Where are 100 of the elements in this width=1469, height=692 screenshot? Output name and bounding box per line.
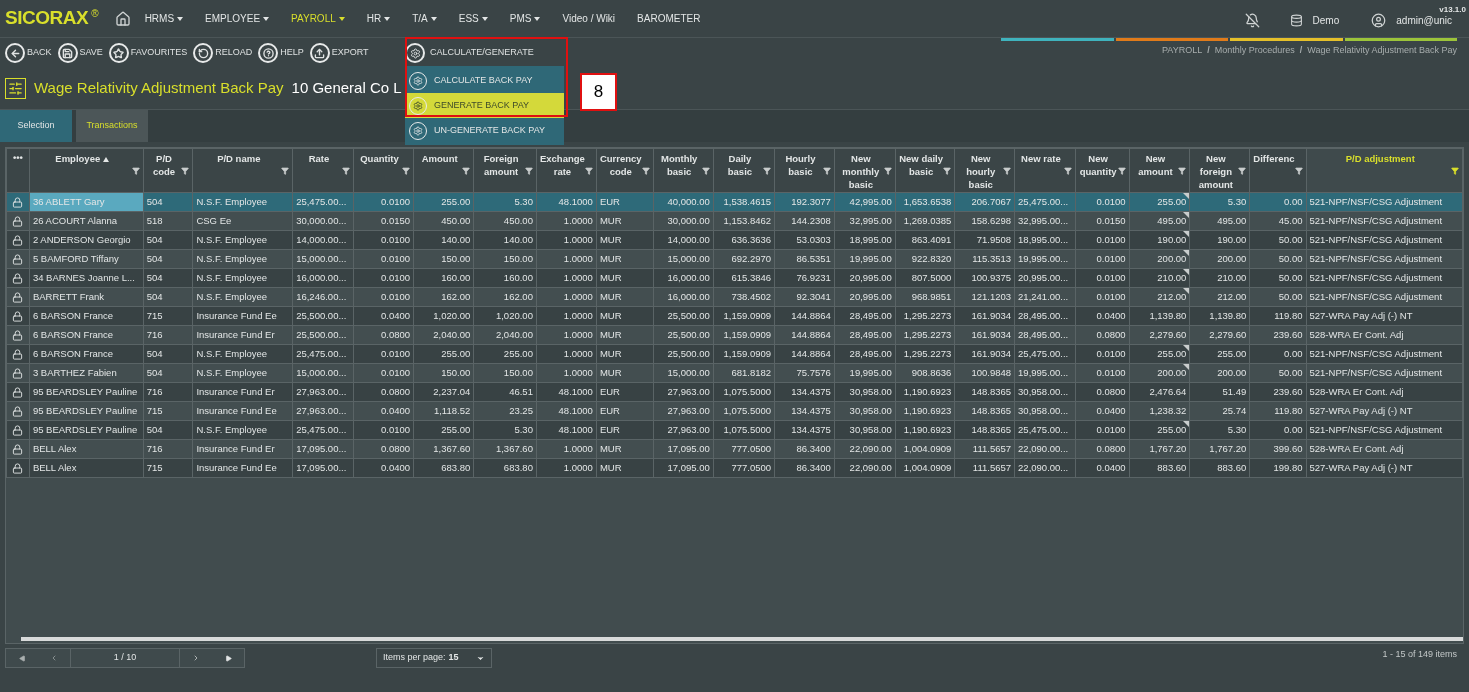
filter-icon[interactable] <box>1238 167 1247 175</box>
tab[interactable]: Selection <box>0 110 72 142</box>
table-cell: CSG Ee <box>192 211 293 231</box>
lock-icon[interactable] <box>12 291 24 303</box>
lock-icon[interactable] <box>12 405 24 417</box>
filter-icon[interactable] <box>341 167 350 175</box>
nav-menu-item[interactable]: EMPLOYEE <box>205 11 270 26</box>
column-header[interactable]: New foreign amount <box>1189 148 1250 193</box>
tab[interactable]: Transactions <box>76 110 148 142</box>
table-cell: 495.00 <box>1129 211 1190 231</box>
table-cell: 16,000.00 <box>653 268 714 288</box>
filter-icon[interactable] <box>181 167 190 175</box>
column-header[interactable]: Exchange rate <box>536 148 597 193</box>
column-header[interactable]: P/D adjustment <box>1306 148 1463 193</box>
lock-icon[interactable] <box>12 367 24 379</box>
column-header[interactable]: New monthly basic <box>834 148 896 193</box>
lock-icon[interactable] <box>12 348 24 360</box>
table-cell: 777.0500 <box>713 458 775 478</box>
filter-icon[interactable] <box>1117 167 1126 175</box>
column-header[interactable]: Differenc <box>1249 148 1306 193</box>
filter-icon[interactable] <box>524 167 533 175</box>
horizontal-scrollbar[interactable] <box>21 637 1463 641</box>
nav-menu-item[interactable]: T/A <box>412 11 437 26</box>
table-cell: 25,500.00... <box>292 325 354 345</box>
column-header[interactable]: Currency code <box>596 148 654 193</box>
lock-icon[interactable] <box>12 253 24 265</box>
lock-icon[interactable] <box>12 424 24 436</box>
toolbar-button[interactable]: BACK <box>5 43 52 63</box>
column-header[interactable]: P/D code <box>143 148 193 193</box>
dropdown-menu-item[interactable]: GENERATE BACK PAY <box>405 93 564 118</box>
nav-menu-item[interactable]: BAROMETER <box>637 11 701 26</box>
toolbar-button[interactable]: SAVE <box>57 43 103 63</box>
column-header[interactable]: Daily basic <box>713 148 775 193</box>
filter-icon[interactable] <box>462 167 471 175</box>
lock-icon[interactable] <box>12 329 24 341</box>
sliders-icon <box>5 78 26 99</box>
filter-icon[interactable] <box>822 167 831 175</box>
filter-icon[interactable] <box>1063 167 1072 175</box>
filter-icon[interactable] <box>584 167 593 175</box>
breadcrumb-link[interactable]: Monthly Procedures <box>1214 44 1295 58</box>
column-options-button[interactable]: ••• <box>6 148 30 193</box>
table-cell: 5.30 <box>1189 192 1250 212</box>
column-header[interactable]: Rate <box>292 148 354 193</box>
column-header[interactable]: Employee <box>29 148 144 193</box>
filter-icon[interactable] <box>763 167 772 175</box>
column-header[interactable]: New rate <box>1014 148 1076 193</box>
nav-menu-item[interactable]: HRMS <box>144 11 184 26</box>
column-header[interactable]: Foreign amount <box>473 148 537 193</box>
column-header[interactable]: Monthly basic <box>653 148 714 193</box>
lock-icon[interactable] <box>12 234 24 246</box>
lock-icon[interactable] <box>12 443 24 455</box>
filter-icon[interactable] <box>402 167 411 175</box>
column-header[interactable]: P/D name <box>192 148 293 193</box>
column-header[interactable]: New daily basic <box>895 148 955 193</box>
filter-icon[interactable] <box>883 167 892 175</box>
table-cell: 71.9508 <box>954 230 1015 250</box>
filter-icon[interactable] <box>281 167 290 175</box>
notifications-off-icon[interactable] <box>1244 13 1260 28</box>
filter-icon[interactable] <box>131 167 140 175</box>
filter-icon[interactable] <box>641 167 650 175</box>
column-header[interactable]: Hourly basic <box>774 148 835 193</box>
breadcrumb-link[interactable]: PAYROLL <box>1162 44 1203 58</box>
nav-menu-item[interactable]: PAYROLL <box>291 11 345 26</box>
dropdown-menu-item[interactable]: UN-GENERATE BACK PAY <box>405 118 564 143</box>
table-cell: 42,995.00 <box>834 192 896 212</box>
nav-menu-item[interactable]: ESS <box>458 11 488 26</box>
table-cell: 48.1000 <box>536 401 597 421</box>
nav-menu-item[interactable]: Video / Wiki <box>562 11 616 26</box>
column-header[interactable]: Quantity <box>353 148 414 193</box>
lock-icon[interactable] <box>12 310 24 322</box>
table-cell: 504 <box>143 268 193 288</box>
filter-icon[interactable] <box>1003 167 1012 175</box>
filter-icon[interactable] <box>1178 167 1187 175</box>
home-icon[interactable] <box>114 10 131 27</box>
table-cell: 28,495.00... <box>1014 306 1076 326</box>
filter-icon[interactable] <box>1451 167 1459 175</box>
lock-icon[interactable] <box>12 196 24 208</box>
breadcrumb-link[interactable]: Wage Relativity Adjustment Back Pay <box>1307 44 1457 58</box>
toolbar-button[interactable]: FAVOURITES <box>108 43 188 63</box>
lock-icon[interactable] <box>12 386 24 398</box>
table-cell: MUR <box>596 211 654 231</box>
toolbar-button[interactable]: RELOAD <box>193 43 253 63</box>
toolbar-button[interactable]: EXPORT <box>309 43 369 63</box>
dropdown-menu-item[interactable]: CALCULATE BACK PAY <box>405 68 564 93</box>
filter-icon[interactable] <box>1294 167 1303 175</box>
column-header[interactable]: New quantity <box>1075 148 1130 193</box>
lock-icon[interactable] <box>12 215 24 227</box>
column-header[interactable]: Amount <box>413 148 474 193</box>
items-per-page-select[interactable]: Items per page: 15 <box>376 648 492 668</box>
lock-icon[interactable] <box>12 272 24 284</box>
column-header[interactable]: New amount <box>1129 148 1190 193</box>
table-cell: EUR <box>596 420 654 440</box>
toolbar-button[interactable]: HELP <box>258 43 304 63</box>
user-name[interactable]: admin@unic <box>1396 13 1452 28</box>
nav-menu-item[interactable]: HR <box>366 11 391 26</box>
column-header[interactable]: New hourly basic <box>954 148 1015 193</box>
lock-icon[interactable] <box>12 462 24 474</box>
nav-menu-item[interactable]: PMS <box>509 11 541 26</box>
filter-icon[interactable] <box>701 167 710 175</box>
filter-icon[interactable] <box>943 167 952 175</box>
